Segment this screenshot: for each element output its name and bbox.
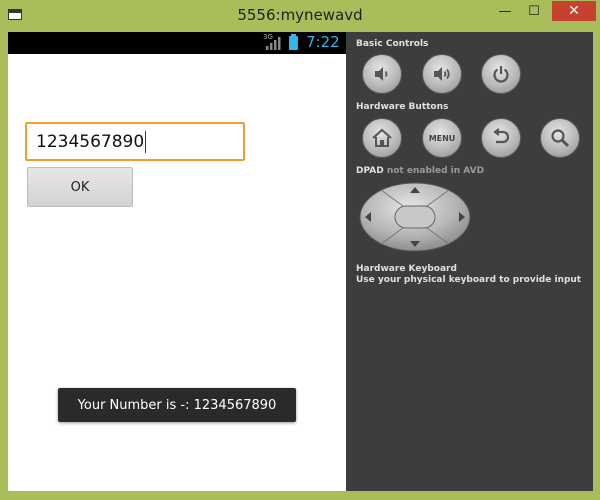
hardware-keyboard-note: Use your physical keyboard to provide in… — [356, 275, 582, 285]
hardware-buttons-heading: Hardware Buttons — [356, 102, 449, 112]
toast-message: Your Number is -: 1234567890 — [58, 388, 296, 422]
back-button[interactable] — [481, 118, 521, 158]
menu-button[interactable]: MENU — [422, 118, 462, 158]
menu-button-label: MENU — [428, 133, 456, 143]
status-time: 7:22 — [306, 33, 340, 51]
basic-controls-heading: Basic Controls — [356, 39, 429, 49]
home-icon — [372, 128, 392, 147]
volume-down-icon — [375, 67, 388, 81]
hardware-keyboard-title: Hardware Keyboard — [356, 264, 457, 274]
close-icon: ✕ — [568, 3, 580, 19]
battery-icon — [289, 34, 298, 50]
title-bar[interactable]: 5556:mynewavd — ☐ ✕ — [0, 0, 600, 32]
dpad-control[interactable] — [359, 182, 471, 252]
volume-up-button[interactable] — [422, 54, 462, 94]
emulator-control-panel: Basic Controls Hardware Buttons MENU DPA… — [346, 32, 593, 491]
maximize-button[interactable]: ☐ — [521, 1, 547, 21]
back-icon — [493, 128, 510, 144]
ok-button-label: OK — [70, 179, 90, 195]
home-button[interactable] — [362, 118, 402, 158]
dpad-center-button[interactable] — [394, 205, 436, 229]
dpad-title: DPAD — [356, 166, 384, 176]
search-button[interactable] — [540, 118, 580, 158]
close-button[interactable]: ✕ — [552, 1, 596, 21]
minimize-icon: — — [498, 3, 512, 19]
maximize-icon: ☐ — [528, 3, 540, 19]
ok-button[interactable]: OK — [27, 167, 133, 207]
hardware-keyboard-info: Hardware Keyboard Use your physical keyb… — [356, 264, 581, 286]
search-icon — [551, 129, 570, 148]
dpad-note: not enabled in AVD — [386, 166, 485, 176]
emulator-window: 5556:mynewavd — ☐ ✕ 3G 7:22 1234567890 O… — [0, 0, 600, 500]
power-button[interactable] — [481, 54, 521, 94]
dpad-heading: DPAD not enabled in AVD — [356, 166, 484, 176]
status-bar: 3G 7:22 — [8, 32, 346, 54]
power-icon — [493, 66, 509, 83]
text-cursor — [145, 130, 147, 153]
volume-down-button[interactable] — [362, 54, 402, 94]
toast-text: Your Number is -: 1234567890 — [77, 397, 277, 413]
minimize-button[interactable]: — — [492, 1, 518, 21]
number-input[interactable]: 1234567890 — [25, 122, 245, 161]
number-input-value: 1234567890 — [36, 131, 145, 152]
device-screen[interactable]: 3G 7:22 1234567890 OK Your Number is -: … — [8, 32, 346, 491]
volume-up-icon — [434, 67, 450, 81]
signal-strength-icon — [266, 37, 281, 50]
